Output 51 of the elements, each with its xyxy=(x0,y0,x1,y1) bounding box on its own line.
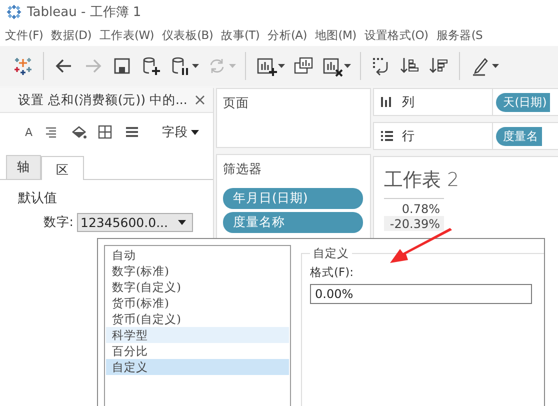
card-title: 页面 xyxy=(223,95,250,112)
caret-icon[interactable] xyxy=(344,64,351,68)
caret-icon xyxy=(178,220,186,225)
menu-item[interactable]: 文件(F) xyxy=(2,28,46,42)
sheet-title: 工作表 2 xyxy=(384,168,460,193)
menu-item[interactable]: 数据(D) xyxy=(48,28,94,42)
field-label: 格式(F): xyxy=(310,265,354,280)
list-item[interactable]: 货币(标准) xyxy=(106,295,289,311)
annotation-arrow xyxy=(388,228,454,266)
card-title: 筛选器 xyxy=(223,161,263,178)
menu-item[interactable]: 故事(T) xyxy=(218,28,263,42)
menu-item[interactable]: 服务器(S xyxy=(433,28,486,42)
caret-icon[interactable] xyxy=(492,64,499,68)
caret-icon[interactable] xyxy=(192,64,199,68)
logo-icon[interactable] xyxy=(12,55,34,77)
shelf-label: 行 xyxy=(402,128,415,144)
list-item[interactable]: 自动 xyxy=(106,247,289,263)
menu-item[interactable]: 设置格式(O) xyxy=(361,28,432,42)
list-item[interactable]: 自定义 xyxy=(106,359,289,375)
lines-icon[interactable] xyxy=(124,124,141,140)
columns-icon xyxy=(380,95,394,109)
list-item[interactable]: 数字(标准) xyxy=(106,263,289,279)
group-title: 自定义 xyxy=(310,246,352,261)
app-logo-icon xyxy=(6,4,22,20)
window-title: Tableau - 工作簿 1 xyxy=(27,4,142,21)
section-title: 默认值 xyxy=(17,190,58,207)
number-label: 数字: xyxy=(43,214,74,231)
font-tab[interactable]: A xyxy=(25,126,33,138)
paint-bucket-icon[interactable] xyxy=(70,124,87,140)
menu-item[interactable]: 仪表板(B) xyxy=(158,28,216,42)
list-item[interactable]: 数字(自定义) xyxy=(106,279,289,295)
format-input[interactable]: 0.00% xyxy=(310,284,532,304)
tab[interactable]: 区 xyxy=(41,156,84,180)
menu-item[interactable]: 分析(A) xyxy=(264,28,310,42)
menu-item[interactable]: 工作表(W) xyxy=(96,28,157,42)
shelf-label: 列 xyxy=(402,94,415,110)
tab[interactable]: 轴 xyxy=(6,155,41,179)
list-item[interactable]: 科学型 xyxy=(106,327,289,343)
list-item[interactable]: 百分比 xyxy=(106,343,289,359)
caret-icon xyxy=(191,130,199,134)
value-cell: -20.39% xyxy=(384,216,444,231)
list-item[interactable]: 货币(自定义) xyxy=(106,311,289,327)
number-format-dropdown[interactable]: 12345600.0... xyxy=(76,213,193,232)
close-icon[interactable] xyxy=(195,95,205,105)
pane-title: 设置 总和(消费额(元)) 中的... xyxy=(18,92,188,108)
value-cell-text: 0.78% xyxy=(400,201,441,216)
caret-icon[interactable] xyxy=(278,64,285,68)
borders-icon[interactable] xyxy=(96,124,114,140)
field-menu[interactable]: 字段 xyxy=(162,124,199,140)
menu-item[interactable]: 地图(M) xyxy=(312,28,360,42)
rows-icon xyxy=(380,129,394,143)
